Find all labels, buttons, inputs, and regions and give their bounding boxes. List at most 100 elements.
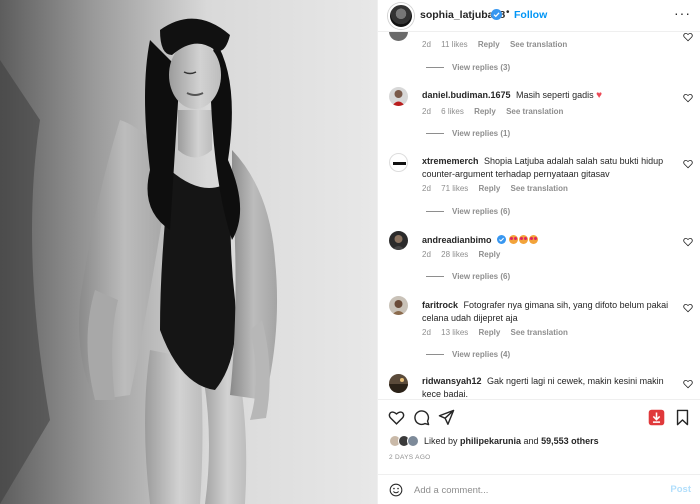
replies-line xyxy=(426,276,444,277)
heart-eyes-emoji-icon xyxy=(508,235,518,244)
comment-username[interactable]: andreadianbimo xyxy=(422,235,492,245)
view-replies-label: View replies (6) xyxy=(452,207,511,216)
follow-button[interactable]: Follow xyxy=(514,9,547,21)
share-icon[interactable] xyxy=(438,409,455,426)
heart-eyes-emoji-icon xyxy=(518,235,528,244)
comment-body: faritrock Fotografer nya gimana sih, yan… xyxy=(422,299,677,325)
replies-line xyxy=(426,67,444,68)
post-action-bar xyxy=(378,399,700,431)
post-image xyxy=(0,0,377,504)
reply-button[interactable]: Reply xyxy=(479,328,501,337)
comment-text: Fotografer nya gimana sih, yang difoto b… xyxy=(422,300,669,323)
comment-avatar[interactable] xyxy=(389,32,408,41)
comment-body: andreadianbimo xyxy=(422,234,677,247)
comment-input[interactable] xyxy=(414,482,654,498)
comment-avatar[interactable] xyxy=(389,231,408,250)
comment-avatar[interactable] xyxy=(389,153,408,172)
comment-heart-icon[interactable] xyxy=(683,237,693,247)
view-replies-button[interactable]: View replies (6) xyxy=(426,272,510,281)
replies-line xyxy=(426,211,444,212)
view-replies-button[interactable]: View replies (6) xyxy=(426,207,510,216)
comment-likes[interactable]: 6 likes xyxy=(441,107,464,116)
comment-username[interactable]: ridwansyah12 xyxy=(422,376,482,386)
comment-body: ridwansyah12 Gak ngerti lagi ni cewek, m… xyxy=(422,375,677,399)
comment-avatar[interactable] xyxy=(389,374,408,393)
reply-button[interactable]: Reply xyxy=(479,184,501,193)
see-translation-button[interactable]: See translation xyxy=(506,107,563,116)
comment-age: 2d xyxy=(422,184,431,193)
red-heart-icon: ♥ xyxy=(596,90,603,101)
comment-meta: 2d 28 likes Reply xyxy=(422,250,508,259)
comment-heart-icon[interactable] xyxy=(683,379,693,389)
avatar-image xyxy=(392,90,405,106)
view-replies-button[interactable]: View replies (4) xyxy=(426,350,510,359)
post-header: sophia_latjuba88 • Follow ··· xyxy=(378,0,700,32)
likes-prefix: Liked by xyxy=(424,436,461,446)
verified-icon xyxy=(497,235,507,244)
comment-username[interactable]: faritrock xyxy=(422,300,458,310)
liker-username[interactable]: philipekarunia xyxy=(460,436,521,446)
likes-conjunction: and xyxy=(521,436,542,446)
comment-meta: 2d 6 likes Reply See translation xyxy=(422,107,571,116)
comment-avatar[interactable] xyxy=(389,296,408,315)
comment-age: 2d xyxy=(422,250,431,259)
post-side-panel: sophia_latjuba88 • Follow ··· 2d 11 like… xyxy=(377,0,700,504)
download-icon[interactable] xyxy=(648,409,665,426)
comment-likes[interactable]: 28 likes xyxy=(441,250,468,259)
view-replies-label: View replies (6) xyxy=(452,272,511,281)
post-comment-button[interactable]: Post xyxy=(670,484,691,495)
comment-body: xtrememerch Shopia Latjuba adalah salah … xyxy=(422,155,677,181)
replies-line xyxy=(426,133,444,134)
more-options-icon[interactable]: ··· xyxy=(674,6,691,20)
post-photo[interactable] xyxy=(0,0,377,504)
add-comment-bar: Post xyxy=(378,474,700,504)
heart-eyes-emoji-icon xyxy=(528,235,538,244)
header-separator: • xyxy=(506,7,510,18)
comment-username[interactable]: daniel.budiman.1675 xyxy=(422,90,511,100)
comment-text: Masih seperti gadis xyxy=(516,90,594,100)
comments-list[interactable]: 2d 11 likes Reply See translation View r… xyxy=(378,32,700,399)
view-replies-label: View replies (4) xyxy=(452,350,511,359)
view-replies-label: View replies (1) xyxy=(452,129,511,138)
replies-line xyxy=(426,354,444,355)
verified-icon xyxy=(491,9,502,20)
view-replies-label: View replies (3) xyxy=(452,63,511,72)
heart-icon[interactable] xyxy=(388,409,405,426)
liker-avatar[interactable] xyxy=(407,435,419,447)
comment-likes[interactable]: 71 likes xyxy=(441,184,468,193)
comment-heart-icon[interactable] xyxy=(683,159,693,169)
bookmark-icon[interactable] xyxy=(674,409,691,426)
reply-button[interactable]: Reply xyxy=(474,107,496,116)
comment-likes[interactable]: 11 likes xyxy=(441,40,468,49)
post-date[interactable]: 2 DAYS AGO xyxy=(389,454,431,461)
comment-body: daniel.budiman.1675 Masih seperti gadis … xyxy=(422,89,677,102)
avatar-image xyxy=(389,378,408,393)
comment-meta: 2d 71 likes Reply See translation xyxy=(422,184,576,193)
see-translation-button[interactable]: See translation xyxy=(511,328,568,337)
avatar-image xyxy=(392,300,405,315)
avatar-image xyxy=(392,235,405,250)
likes-text: Liked by philipekarunia and 59,553 other… xyxy=(424,436,599,446)
comment-heart-icon[interactable] xyxy=(683,93,693,103)
see-translation-button[interactable]: See translation xyxy=(511,184,568,193)
comment-username[interactable]: xtrememerch xyxy=(422,156,479,166)
comment-age: 2d xyxy=(422,328,431,337)
comment-age: 2d xyxy=(422,40,431,49)
reply-button[interactable]: Reply xyxy=(479,250,501,259)
avatar-image xyxy=(393,162,406,165)
author-avatar[interactable] xyxy=(388,3,414,29)
comment-heart-icon[interactable] xyxy=(683,32,693,42)
likes-count[interactable]: 59,553 others xyxy=(541,436,599,446)
comment-icon[interactable] xyxy=(413,409,430,426)
view-replies-button[interactable]: View replies (1) xyxy=(426,129,510,138)
comment-heart-icon[interactable] xyxy=(683,303,693,313)
emoji-icon[interactable] xyxy=(389,483,403,497)
likes-summary: Liked by philipekarunia and 59,553 other… xyxy=(389,434,599,448)
comment-avatar[interactable] xyxy=(389,87,408,106)
reply-button[interactable]: Reply xyxy=(478,40,500,49)
comment-age: 2d xyxy=(422,107,431,116)
see-translation-button[interactable]: See translation xyxy=(510,40,567,49)
view-replies-button[interactable]: View replies (3) xyxy=(426,63,510,72)
comment-likes[interactable]: 13 likes xyxy=(441,328,468,337)
comment-meta: 2d 13 likes Reply See translation xyxy=(422,328,576,337)
